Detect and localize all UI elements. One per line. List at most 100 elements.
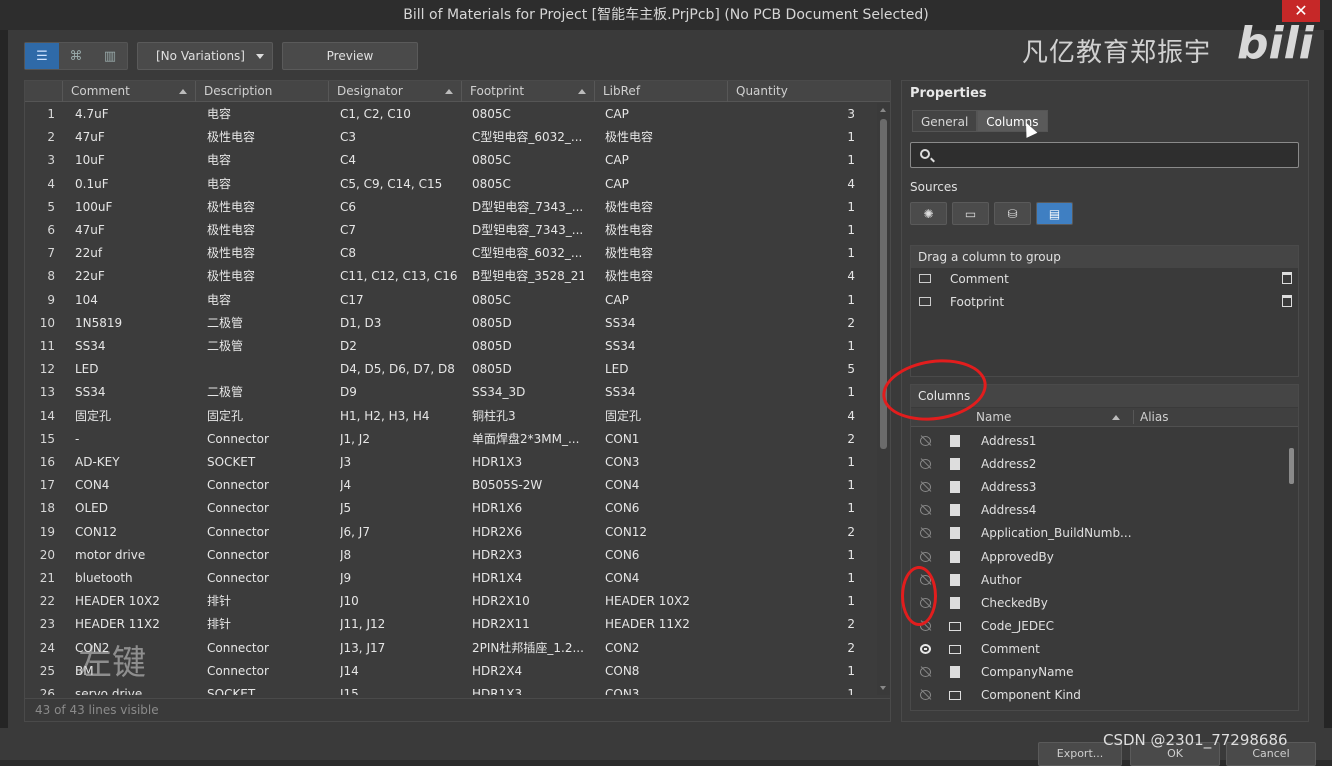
group-item-label: Footprint xyxy=(950,295,1005,309)
tab-columns[interactable]: Columns xyxy=(977,110,1048,132)
column-list-item[interactable]: Application_BuildNumb... xyxy=(911,522,1283,545)
table-row[interactable]: 24 CON2 Connector J13, J17 2PIN杜邦插座_1.2... CO… xyxy=(25,637,877,660)
eye-hidden-icon[interactable] xyxy=(920,667,931,677)
eye-hidden-icon[interactable] xyxy=(920,459,931,470)
cell-description: 二极管 xyxy=(207,339,244,353)
document-param-icon xyxy=(950,666,960,678)
column-name-label: Component Kind xyxy=(981,688,1081,703)
name-column-header[interactable]: Name xyxy=(976,410,1011,424)
source-document-icon[interactable]: ▤ xyxy=(1036,202,1073,225)
source-component-icon[interactable]: ✺ xyxy=(910,202,947,225)
row-number: 8 xyxy=(47,269,55,284)
source-database-icon[interactable]: ⛁ xyxy=(994,202,1031,225)
trash-icon[interactable] xyxy=(1282,272,1292,284)
row-number: 19 xyxy=(39,524,55,539)
table-row[interactable]: 25 BM Connector J14 HDR2X4 CON8 1 xyxy=(25,660,877,683)
cell-designator: D4, D5, D6, D7, D8 xyxy=(340,362,455,377)
eye-hidden-icon[interactable] xyxy=(920,551,931,562)
table-row[interactable]: 9 104 电容 C17 0805C CAP 1 xyxy=(25,289,877,312)
cell-comment: bluetooth xyxy=(75,571,133,585)
col-header-comment[interactable]: Comment xyxy=(63,81,196,102)
table-row[interactable]: 4 0.1uF 电容 C5, C9, C14, C15 0805C CAP 4 xyxy=(25,173,877,196)
row-number: 22 xyxy=(39,594,55,609)
table-row[interactable]: 14 固定孔 固定孔 H1, H2, H3, H4 铜柱孔3 固定孔 4 xyxy=(25,405,877,428)
col-header-libref[interactable]: LibRef xyxy=(595,81,728,102)
table-row[interactable]: 13 SS34 二极管 D9 SS34_3D SS34 1 xyxy=(25,381,877,404)
list-view-icon[interactable]: ☰ xyxy=(25,43,59,69)
table-row[interactable]: 20 motor drive Connector J8 HDR2X3 CON6 1 xyxy=(25,544,877,567)
cell-footprint: 单面焊盘2*3MM_... xyxy=(472,431,580,446)
properties-search-input[interactable] xyxy=(910,142,1299,168)
table-row[interactable]: 16 AD-KEY SOCKET J3 HDR1X3 CON3 1 xyxy=(25,451,877,474)
table-row[interactable]: 15 - Connector J1, J2 单面焊盘2*3MM_... CON1 2 xyxy=(25,428,877,451)
tree-view-icon[interactable]: ⌘ xyxy=(59,43,93,69)
table-row[interactable]: 17 CON4 Connector J4 B0505S-2W CON4 1 xyxy=(25,474,877,497)
cell-description: 固定孔 xyxy=(207,408,244,423)
variation-dropdown[interactable]: [No Variations] xyxy=(137,42,273,70)
table-row[interactable]: 2 47uF 极性电容 C3 C型钽电容_6032_... 极性电容 1 xyxy=(25,126,877,149)
cell-footprint: 0805D xyxy=(472,362,512,377)
cell-designator: D2 xyxy=(340,339,357,353)
table-row[interactable]: 1 4.7uF 电容 C1, C2, C10 0805C CAP 3 xyxy=(25,103,877,126)
eye-hidden-icon[interactable] xyxy=(920,690,931,701)
eye-hidden-icon[interactable] xyxy=(920,528,931,539)
column-list-item[interactable]: Component Kind xyxy=(911,684,1283,707)
group-item[interactable]: Footprint xyxy=(911,291,1298,313)
scroll-down-icon[interactable] xyxy=(880,686,886,690)
eye-icon[interactable] xyxy=(920,643,931,654)
table-row[interactable]: 3 10uF 电容 C4 0805C CAP 1 xyxy=(25,149,877,172)
cell-quantity: 2 xyxy=(847,315,855,330)
table-row[interactable]: 19 CON12 Connector J6, J7 HDR2X6 CON12 2 xyxy=(25,521,877,544)
table-row[interactable]: 18 OLED Connector J5 HDR1X6 CON6 1 xyxy=(25,497,877,520)
table-row[interactable]: 21 bluetooth Connector J9 HDR1X4 CON4 1 xyxy=(25,567,877,590)
alias-column-header[interactable]: Alias xyxy=(1133,410,1168,424)
source-pcb-icon[interactable]: ▭ xyxy=(952,202,989,225)
group-item[interactable]: Comment xyxy=(911,268,1298,290)
col-header-designator[interactable]: Designator xyxy=(329,81,462,102)
column-list-item[interactable]: Comment xyxy=(911,638,1283,661)
table-row[interactable]: 23 HEADER 11X2 排针 J11, J12 HDR2X11 HEADER 11X… xyxy=(25,613,877,636)
preview-button[interactable]: Preview xyxy=(282,42,418,70)
cell-designator: C7 xyxy=(340,223,357,237)
table-row[interactable]: 22 HEADER 10X2 排针 J10 HDR2X10 HEADER 10X2 1 xyxy=(25,590,877,613)
eye-hidden-icon[interactable] xyxy=(920,505,931,516)
eye-hidden-icon[interactable] xyxy=(920,482,931,493)
row-number: 25 xyxy=(39,663,55,678)
tab-general[interactable]: General xyxy=(912,110,978,132)
col-header-description[interactable]: Description xyxy=(196,81,329,102)
column-list-item[interactable]: Address3 xyxy=(911,476,1283,499)
column-list-item[interactable]: CheckedBy xyxy=(911,592,1283,615)
table-row[interactable]: 11 SS34 二极管 D2 0805D SS34 1 xyxy=(25,335,877,358)
column-list-item[interactable]: Address1 xyxy=(911,430,1283,453)
component-param-icon xyxy=(919,297,931,306)
table-row[interactable]: 12 LED D4, D5, D6, D7, D8 0805D LED 5 xyxy=(25,358,877,381)
table-row[interactable]: 5 100uF 极性电容 C6 D型钽电容_7343_... 极性电容 1 xyxy=(25,196,877,219)
scroll-thumb[interactable] xyxy=(1289,448,1294,484)
table-row[interactable]: 7 22uf 极性电容 C8 C型钽电容_6032_... 极性电容 1 xyxy=(25,242,877,265)
table-row[interactable]: 8 22uF 极性电容 C11, C12, C13, C16 B型钽电容_3528_21… xyxy=(25,265,877,288)
column-list-item[interactable]: Author xyxy=(911,569,1283,592)
column-list-item[interactable]: ApprovedBy xyxy=(911,546,1283,569)
eye-hidden-icon[interactable] xyxy=(920,436,931,446)
group-panel: Drag a column to group Comment Footprint xyxy=(910,245,1299,377)
column-list-item[interactable]: Code_JEDEC xyxy=(911,615,1283,638)
cell-quantity: 1 xyxy=(847,687,855,695)
table-row[interactable]: 10 1N5819 二极管 D1, D3 0805D SS34 2 xyxy=(25,312,877,335)
cell-libref: CON3 xyxy=(605,455,640,469)
column-list-item[interactable]: CompanyName xyxy=(911,661,1283,684)
scroll-up-icon[interactable] xyxy=(880,108,886,112)
cell-designator: J9 xyxy=(340,571,352,585)
col-header-quantity[interactable]: Quantity xyxy=(728,81,861,102)
columns-scrollbar[interactable] xyxy=(1288,430,1295,705)
cell-comment: HEADER 10X2 xyxy=(75,594,160,609)
cell-description: Connector xyxy=(207,547,269,562)
cell-quantity: 3 xyxy=(847,107,855,121)
chart-view-icon[interactable]: ▥ xyxy=(93,43,127,69)
col-header-footprint[interactable]: Footprint xyxy=(462,81,595,102)
column-list-item[interactable]: Address2 xyxy=(911,453,1283,476)
trash-icon[interactable] xyxy=(1282,295,1292,307)
table-row[interactable]: 26 servo drive SOCKET J15 HDR1X3 CON3 1 xyxy=(25,683,877,695)
column-list-item[interactable]: Address4 xyxy=(911,499,1283,522)
table-row[interactable]: 6 47uF 极性电容 C7 D型钽电容_7343_... 极性电容 1 xyxy=(25,219,877,242)
cell-quantity: 1 xyxy=(847,501,855,516)
